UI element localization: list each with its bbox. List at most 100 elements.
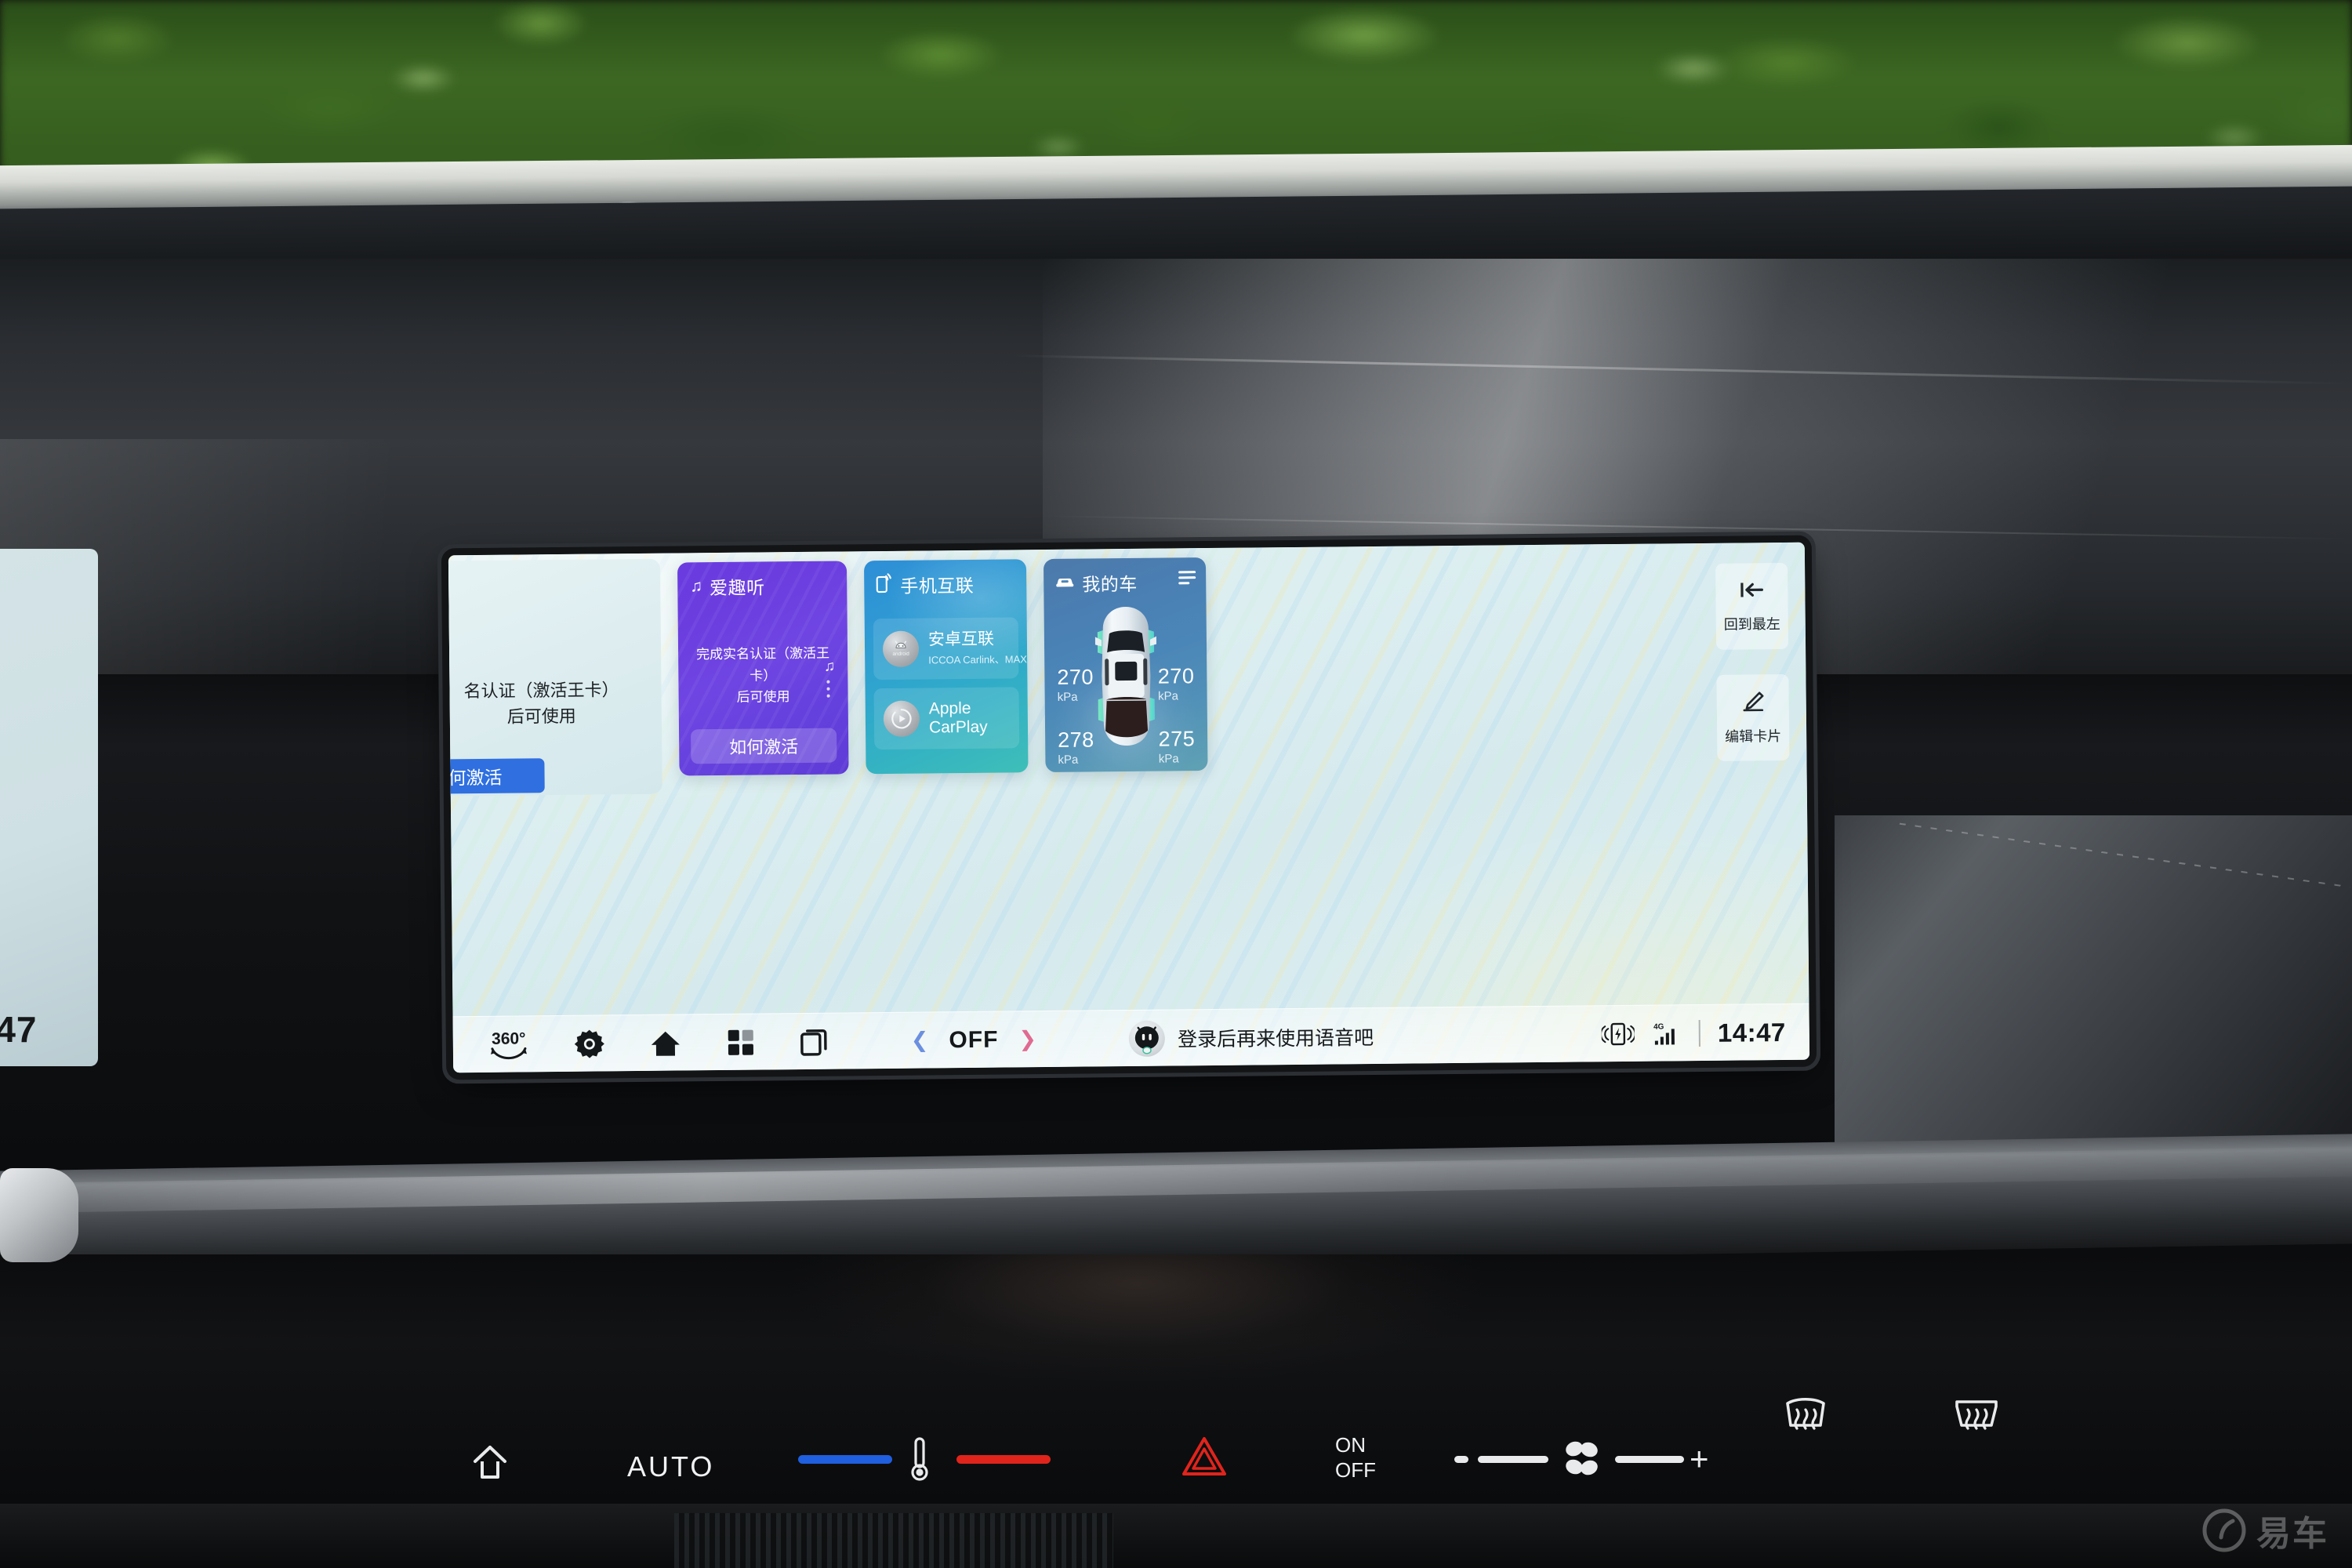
list-menu-icon[interactable] [1178,571,1196,587]
rear-defrost-icon[interactable] [1952,1396,2001,1445]
hvac-on-label: ON [1335,1433,1366,1457]
phone-link-android-label: 安卓互联 [927,630,995,649]
console-bottom [0,1504,2352,1568]
phone-link-item-carplay[interactable]: Apple CarPlay [873,687,1020,750]
watermark-text: 易车 [2256,1515,2328,1553]
watermark: 易车 [2201,1505,2328,1555]
card-side-actions[interactable]: 回到最左 编辑卡片 [1708,562,1797,761]
music-note-icon: ♫ [690,576,703,595]
hvac-heat-bar[interactable] [956,1455,1051,1464]
taskbar-status-area[interactable]: 4G 14:47 [1601,1017,1809,1049]
card-music-activate-button[interactable]: 如何激活 [691,728,837,764]
home-card-row[interactable]: 名认证（激活王卡） 后可使用 如何激活 ♫ 爱趣听 完成实名认证（激活王卡） 后… [448,552,1809,1012]
tire-rl-unit: kPa [1058,753,1079,767]
card-left-partial[interactable]: 名认证（激活王卡） 后可使用 如何激活 [448,558,662,797]
wireless-charging-icon [1601,1020,1635,1047]
android-icon: android [882,630,920,668]
thermometer-icon [908,1436,931,1487]
home-outline-icon[interactable] [470,1443,510,1489]
tire-rl-value: 278 [1058,728,1094,752]
card-phone-header: 手机互联 [876,571,974,598]
taskbar-clock: 14:47 [1717,1017,1786,1047]
edit-cards-label: 编辑卡片 [1725,728,1782,745]
home-icon[interactable] [649,1028,682,1058]
hvac-panel-reflection [596,1254,1772,1544]
hazard-triangle-icon[interactable] [1182,1436,1226,1481]
card-my-car-header: 我的车 [1054,569,1138,597]
card-my-car-title: 我的车 [1082,573,1138,595]
taskbar-climate-control[interactable]: ❮ OFF ❯ [911,1026,1037,1054]
tire-fr-unit: kPa [1157,689,1179,703]
pencil-edit-icon [1740,690,1766,716]
tire-fr-value: 270 [1157,664,1195,688]
cluster-time: :47 [0,1009,38,1050]
tire-rr-value: 275 [1158,727,1196,751]
skip-to-start-icon [1737,579,1766,604]
card-phone-title: 手机互联 [900,575,975,597]
fan-icon[interactable] [1560,1436,1602,1484]
center-vent-grille [674,1513,1113,1568]
phone-link-carplay-text: Apple CarPlay [929,699,1019,737]
card-left-activate-button[interactable]: 如何激活 [448,758,545,795]
fan-speed-decrease-button[interactable] [1454,1456,1468,1463]
svg-text:360°: 360° [492,1029,526,1047]
phone-link-android-text: 安卓互联 ICCOA Carlink、MAXUS Link [928,630,1029,667]
back-to-leftmost-button[interactable]: 回到最左 [1715,562,1789,650]
card-left-body-line1: 名认证（激活王卡） [463,680,619,702]
fan-speed-increase-button[interactable]: + [1690,1443,1709,1475]
card-music[interactable]: ♫ 爱趣听 完成实名认证（激活王卡） 后可使用 ♫ 如何激活 [677,561,849,776]
card-left-body: 名认证（激活王卡） 后可使用 [448,677,662,731]
tire-fl-value: 270 [1057,665,1094,689]
card-music-header: ♫ 爱趣听 [690,572,765,600]
phone-link-android-sub: ICCOA Carlink、MAXUS Link [928,653,1029,666]
passenger-side-trim [1835,815,2352,1145]
voice-assistant-icon[interactable] [1128,1020,1166,1057]
card-music-body-line2: 后可使用 [736,689,790,705]
apps-grid-icon[interactable] [726,1027,756,1057]
edit-cards-button[interactable]: 编辑卡片 [1716,673,1790,761]
svg-text:4G: 4G [1653,1022,1664,1031]
hvac-off-label: OFF [1335,1457,1376,1482]
back-to-leftmost-label: 回到最左 [1723,615,1780,633]
fan-speed-bar-right[interactable] [1615,1456,1684,1463]
carplay-icon [883,700,920,737]
phone-link-item-android[interactable]: android 安卓互联 ICCOA Carlink、MAXUS Link [873,617,1029,681]
card-my-car[interactable]: 我的车 270 kPa 270 kPa 278 kPa 275 kPa [1043,557,1208,773]
tire-pressure-front-left: 270 kPa [1057,665,1094,704]
card-music-more-icon[interactable] [826,680,830,698]
center-infotainment-display[interactable]: 名认证（激活王卡） 后可使用 如何激活 ♫ 爱趣听 完成实名认证（激活王卡） 后… [448,542,1810,1073]
climate-value[interactable]: OFF [949,1026,998,1054]
taskbar-icon-group[interactable]: 360° ❮ OFF ❯ [453,1023,1037,1062]
car-topdown-illustration [1092,605,1160,753]
card-phone-link[interactable]: 手机互联 android 安卓互联 ICCOA Carlink、MAXUS Ap… [863,559,1029,775]
svg-text:android: android [892,652,909,657]
driver-cluster-display[interactable]: :47 [0,549,98,1066]
chevron-left-icon[interactable]: ❮ [911,1028,929,1051]
tire-pressure-rear-left: 278 kPa [1058,728,1094,767]
phone-cast-icon [876,572,893,597]
card-left-body-line2: 后可使用 [506,706,576,728]
phone-link-carplay-label: Apple CarPlay [928,699,988,737]
status-divider [1698,1019,1701,1047]
chevron-right-icon[interactable]: ❯ [1018,1027,1036,1051]
door-handle [0,1168,78,1262]
tire-rr-unit: kPa [1158,752,1179,766]
tire-pressure-rear-right: 275 kPa [1158,727,1196,766]
tire-pressure-front-right: 270 kPa [1157,664,1195,703]
tire-fl-unit: kPa [1057,690,1078,704]
card-music-title: 爱趣听 [709,577,765,599]
front-defrost-icon[interactable] [1781,1396,1830,1445]
surround-view-360-icon[interactable]: 360° [488,1028,530,1062]
taskbar-assistant-area[interactable]: 登录后再来使用语音吧 [1036,1016,1602,1058]
signal-bars-icon: 4G [1652,1020,1682,1047]
music-note-decor-icon: ♫ [823,658,836,675]
assistant-hint-text: 登录后再来使用语音吧 [1177,1026,1374,1051]
watermark-logo-icon [2202,1508,2246,1552]
card-music-body-line1: 完成实名认证（激活王卡） [696,645,830,684]
recents-icon[interactable] [800,1026,829,1056]
hvac-auto-label[interactable]: AUTO [627,1450,714,1483]
hvac-cool-bar[interactable] [798,1455,892,1464]
settings-gear-icon[interactable] [574,1028,605,1059]
hvac-on-off-toggle[interactable]: ON OFF [1335,1433,1376,1483]
fan-speed-bar-left[interactable] [1478,1456,1548,1463]
